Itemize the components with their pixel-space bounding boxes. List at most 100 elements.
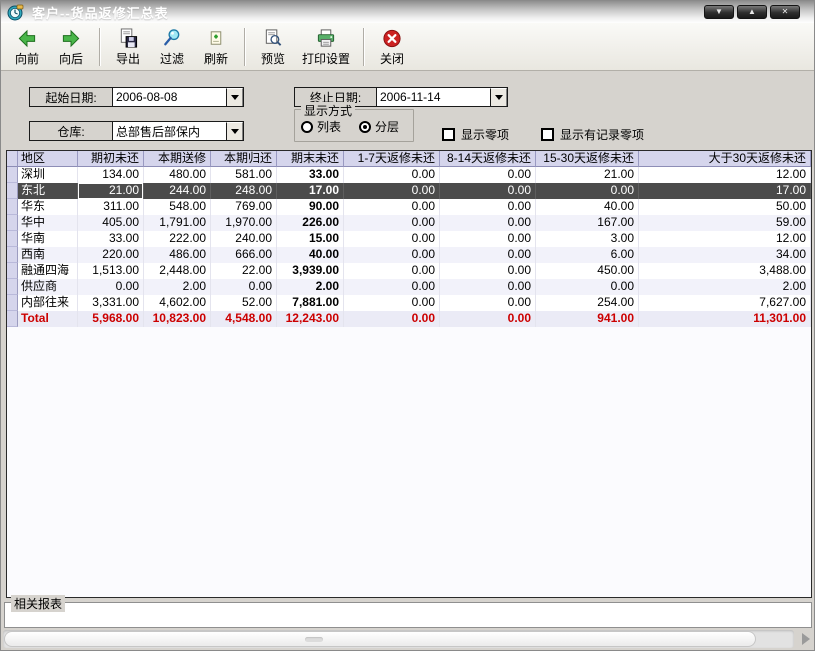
column-header[interactable]: 本期送修 bbox=[144, 151, 211, 167]
value-cell: 0.00 bbox=[440, 311, 536, 327]
close-button[interactable]: 关闭 bbox=[370, 25, 414, 69]
display-mode-groupbox: 显示方式 列表 分层 bbox=[294, 102, 414, 142]
row-selector[interactable] bbox=[7, 311, 18, 327]
table-total-row[interactable]: Total 5,968.00 10,823.00 4,548.00 12,243.00 0… bbox=[7, 311, 811, 327]
value-cell: 0.00 bbox=[440, 183, 536, 199]
row-selector[interactable] bbox=[7, 231, 18, 247]
column-header[interactable]: 1-7天返修未还 bbox=[344, 151, 440, 167]
preview-button[interactable]: 预览 bbox=[251, 25, 295, 69]
column-header[interactable]: 8-14天返修未还 bbox=[440, 151, 536, 167]
table-row[interactable]: 华东 311.00 548.00 769.00 90.00 0.00 0.00 40.00 50… bbox=[7, 199, 811, 215]
table-row[interactable]: 东北 21.00 244.00 248.00 17.00 0.00 0.00 0.00 17.0… bbox=[7, 183, 811, 199]
value-cell: 769.00 bbox=[211, 199, 277, 215]
radio-layered-option[interactable]: 分层 bbox=[359, 118, 399, 135]
print-setup-button[interactable]: 打印设置 bbox=[295, 25, 357, 69]
column-header[interactable]: 15-30天返修未还 bbox=[536, 151, 639, 167]
value-cell: 3,939.00 bbox=[277, 263, 344, 279]
value-cell: 581.00 bbox=[211, 167, 277, 183]
value-cell: 2.00 bbox=[639, 279, 811, 295]
warehouse-label: 仓库: bbox=[57, 124, 85, 139]
maximize-button[interactable]: ▲ bbox=[737, 5, 767, 19]
chevron-down-icon bbox=[230, 129, 239, 134]
start-date-value[interactable]: 2006-08-08 bbox=[112, 88, 226, 106]
value-cell: 0.00 bbox=[344, 215, 440, 231]
column-header[interactable]: 期初未还 bbox=[78, 151, 144, 167]
minimize-button[interactable]: ▼ bbox=[704, 5, 734, 19]
value-cell: 1,513.00 bbox=[78, 263, 144, 279]
value-cell: 0.00 bbox=[344, 295, 440, 311]
row-selector[interactable] bbox=[7, 295, 18, 311]
column-header[interactable]: 期末未还 bbox=[277, 151, 344, 167]
value-cell: 90.00 bbox=[277, 199, 344, 215]
scrollbar-right-button[interactable] bbox=[797, 630, 814, 648]
warehouse-combo[interactable]: 仓库: 总部售后部保内 bbox=[29, 121, 244, 141]
start-date-label: 起始日期: bbox=[45, 90, 97, 105]
value-cell: 134.00 bbox=[78, 167, 144, 183]
value-cell: 0.00 bbox=[440, 279, 536, 295]
value-cell: 3,488.00 bbox=[639, 263, 811, 279]
table-row[interactable]: 深圳 134.00 480.00 581.00 33.00 0.00 0.00 21.00 12… bbox=[7, 167, 811, 183]
value-cell: 0.00 bbox=[440, 247, 536, 263]
refresh-button[interactable]: 刷新 bbox=[194, 25, 238, 69]
end-date-value[interactable]: 2006-11-14 bbox=[376, 88, 490, 106]
radio-list-option[interactable]: 列表 bbox=[301, 118, 341, 135]
value-cell: 0.00 bbox=[440, 295, 536, 311]
row-selector[interactable] bbox=[7, 263, 18, 279]
table-row[interactable]: 内部往来 3,331.00 4,602.00 52.00 7,881.00 0.00 0.0… bbox=[7, 295, 811, 311]
table-row[interactable]: 西南 220.00 486.00 666.00 40.00 0.00 0.00 6.00 34.… bbox=[7, 247, 811, 263]
horizontal-scrollbar[interactable] bbox=[3, 630, 794, 648]
value-cell: 59.00 bbox=[639, 215, 811, 231]
column-header[interactable]: 大于30天返修未还 bbox=[639, 151, 811, 167]
value-cell: 21.00 bbox=[536, 167, 639, 183]
row-selector[interactable] bbox=[7, 247, 18, 263]
row-selector[interactable] bbox=[7, 279, 18, 295]
start-date-dropdown-button[interactable] bbox=[226, 88, 243, 106]
value-cell: 0.00 bbox=[440, 263, 536, 279]
row-selector[interactable] bbox=[7, 199, 18, 215]
row-selector[interactable] bbox=[7, 215, 18, 231]
value-cell: 1,791.00 bbox=[144, 215, 211, 231]
scrollbar-thumb[interactable] bbox=[4, 631, 756, 647]
back-button[interactable]: 向前 bbox=[5, 25, 49, 69]
row-selector[interactable] bbox=[7, 183, 18, 199]
table-row[interactable]: 华南 33.00 222.00 240.00 15.00 0.00 0.00 3.00 12.0… bbox=[7, 231, 811, 247]
value-cell: 0.00 bbox=[344, 263, 440, 279]
checkbox-unchecked-icon bbox=[541, 128, 554, 141]
value-cell: 226.00 bbox=[277, 215, 344, 231]
warehouse-value[interactable]: 总部售后部保内 bbox=[112, 122, 226, 140]
start-date-combo[interactable]: 起始日期: 2006-08-08 bbox=[29, 87, 244, 107]
close-window-button[interactable]: ✕ bbox=[770, 5, 800, 19]
value-cell: 5,968.00 bbox=[78, 311, 144, 327]
value-cell: 17.00 bbox=[277, 183, 344, 199]
warehouse-dropdown-button[interactable] bbox=[226, 122, 243, 140]
table-row[interactable]: 华中 405.00 1,791.00 1,970.00 226.00 0.00 0.00 16… bbox=[7, 215, 811, 231]
magnifier-icon bbox=[164, 29, 180, 46]
value-cell: 12.00 bbox=[639, 167, 811, 183]
filter-button[interactable]: 过滤 bbox=[150, 25, 194, 69]
value-cell: 666.00 bbox=[211, 247, 277, 263]
export-button[interactable]: 导出 bbox=[106, 25, 150, 69]
table-row[interactable]: 融通四海 1,513.00 2,448.00 22.00 3,939.00 0.00 0.0… bbox=[7, 263, 811, 279]
value-cell: 40.00 bbox=[536, 199, 639, 215]
value-cell: 0.00 bbox=[440, 231, 536, 247]
show-recorded-zero-checkbox[interactable]: 显示有记录零项 bbox=[541, 126, 644, 143]
show-zero-checkbox[interactable]: 显示零项 bbox=[442, 126, 509, 143]
value-cell: 4,548.00 bbox=[211, 311, 277, 327]
close-red-icon bbox=[383, 29, 401, 48]
value-cell: 10,823.00 bbox=[144, 311, 211, 327]
value-cell: 50.00 bbox=[639, 199, 811, 215]
app-window: 客户--货品返修汇总表 ▼ ▲ ✕ 向前 向后 导出 过滤 刷新 预览 打印设置… bbox=[0, 0, 815, 651]
row-selector[interactable] bbox=[7, 167, 18, 183]
titlebar[interactable]: 客户--货品返修汇总表 ▼ ▲ ✕ bbox=[1, 1, 814, 23]
value-cell: 2.00 bbox=[144, 279, 211, 295]
value-cell: 0.00 bbox=[78, 279, 144, 295]
value-cell: 40.00 bbox=[277, 247, 344, 263]
column-header[interactable]: 地区 bbox=[18, 151, 78, 167]
checkbox-unchecked-icon bbox=[442, 128, 455, 141]
value-cell: 17.00 bbox=[639, 183, 811, 199]
end-date-dropdown-button[interactable] bbox=[490, 88, 507, 106]
value-cell: 12,243.00 bbox=[277, 311, 344, 327]
table-row[interactable]: 供应商 0.00 2.00 0.00 2.00 0.00 0.00 0.00 2.00 bbox=[7, 279, 811, 295]
forward-button[interactable]: 向后 bbox=[49, 25, 93, 69]
column-header[interactable]: 本期归还 bbox=[211, 151, 277, 167]
